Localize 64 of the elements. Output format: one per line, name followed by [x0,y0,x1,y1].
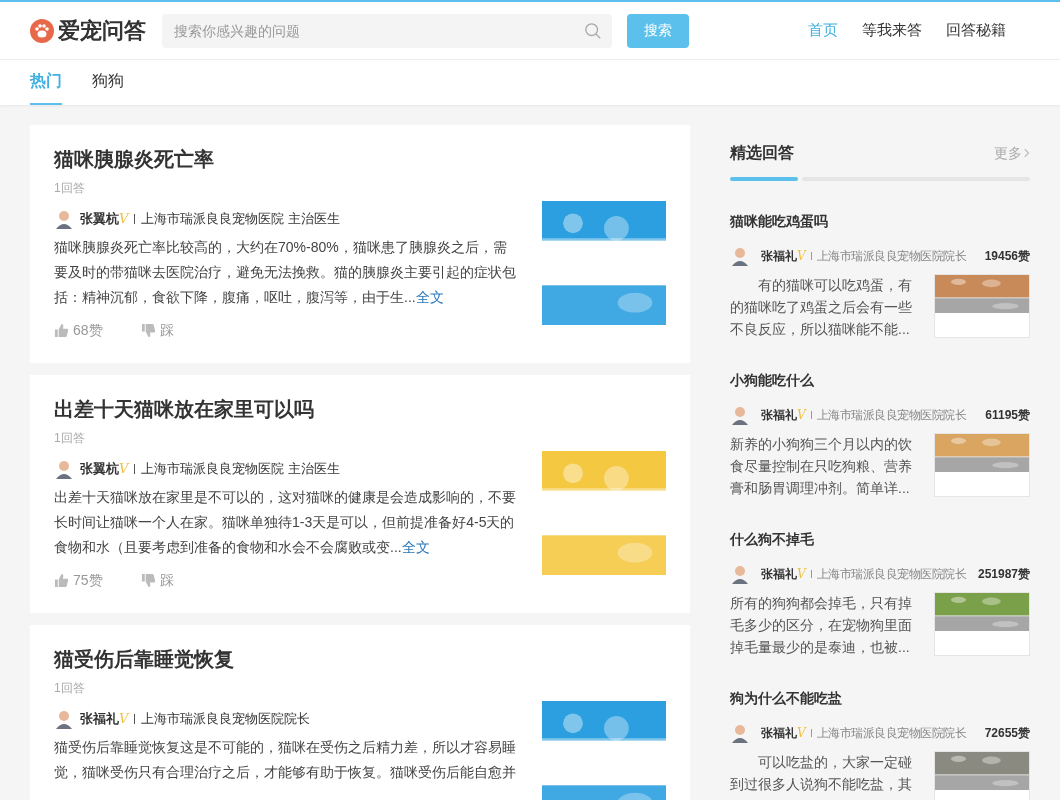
question-title[interactable]: 出差十天猫咪放在家里可以吗 [54,395,666,423]
author-org: 上海市瑞派良良宠物医院院长 [141,710,311,729]
like-count: 251987赞 [977,566,1030,583]
answer-title[interactable]: 小狗能吃什么 [730,370,1030,391]
avatar-icon [54,459,74,479]
answer-excerpt: 猫受伤后靠睡觉恢复这是不可能的，猫咪在受伤之后精力差，所以才容易睡觉，猫咪受伤只有合理治疗之后，才能够有助于恢复。猫咪受伤后能自愈并 [54,738,517,782]
nav-link[interactable]: 等我来答 [862,19,922,42]
answer-title[interactable]: 什么狗不掉毛 [730,529,1030,550]
avatar-icon [730,723,750,743]
author-name[interactable]: 张福礼 [761,724,797,742]
question-title[interactable]: 猫咪胰腺炎死亡率 [54,145,666,173]
search-field[interactable]: 搜索你感兴趣的问题 [162,13,612,48]
author-name[interactable]: 张福礼 [761,247,797,265]
answer-excerpt: 所有的狗狗都会掉毛，只有掉毛多少的区分，在宠物狗里面掉毛量最少的是泰迪，也被... [730,594,912,657]
full-text-link[interactable]: 全文 [415,289,444,305]
answer-excerpt: 猫咪胰腺炎死亡率比较高的，大约在70%-80%，猫咪患了胰腺炎之后，需要及时的带猫咪去医院治疗，避免无法挽救。猫的胰腺炎主要引起的症状包括：精神沉郁，食欲下降，腹痛，呕吐，腹泻等，由于生...全文 [54,238,517,307]
answer-excerpt: 新养的小狗狗三个月以内的饮食尽量控制在只吃狗粮、营养膏和肠胃调理冲剂。简单详... [730,435,912,498]
avatar-icon [730,246,750,266]
answer-count: 1回答 [54,430,86,447]
verified-label: V [797,407,806,424]
sidebar-heading: 精选回答 [730,143,794,163]
author-org: 上海市瑞派良良宠物医院院长 [816,725,967,742]
chevron-icon [1024,148,1030,158]
like-count: 19456赞 [984,248,1030,265]
author-org: 上海市瑞派良良宠物医院院长 [816,566,967,583]
site-logo[interactable]: 爱宠问答 [58,14,146,47]
like-count: 61195赞 [985,407,1030,424]
verified-label: V [797,725,806,742]
thumbs-down-icon [140,573,156,588]
search-icon[interactable] [584,21,602,40]
answer-excerpt: 有的猫咪可以吃鸡蛋，有的猫咪吃了鸡蛋之后会有一些不良反应，所以猫咪能不能... [730,276,912,339]
author-name[interactable]: 张翼杭 [80,209,119,229]
avatar-icon [54,209,74,229]
answer-count: 1回答 [54,180,86,197]
category-tab[interactable]: 狗狗 [92,69,124,105]
author-name[interactable]: 张翼杭 [80,459,119,479]
thumbs-down-icon [140,323,156,338]
author-org: 上海市瑞派良良宠物医院院长 [816,248,967,265]
answer-title[interactable]: 猫咪能吃鸡蛋吗 [730,211,1030,232]
author-name[interactable]: 张福礼 [761,406,797,424]
author-org: 上海市瑞派良良宠物医院 主治医生 [141,460,340,479]
author-name[interactable]: 张福礼 [761,565,797,583]
verified-label: V [119,460,129,479]
author-org: 上海市瑞派良良宠物医院院长 [816,407,967,424]
author-org: 上海市瑞派良良宠物医院 主治医生 [141,210,340,229]
verified-label: V [119,710,129,729]
avatar-icon [730,405,750,425]
verified-label: V [119,210,129,229]
verified-label: V [797,566,806,583]
avatar-icon [54,709,74,729]
answer-excerpt: 可以吃盐的，大家一定碰到过很多人说狗不能吃盐，其 [730,753,912,794]
like-count: 72655赞 [984,725,1030,742]
author-name[interactable]: 张福礼 [80,709,119,729]
paw-logo-icon [30,18,54,43]
thumbs-up-icon [54,323,69,338]
thumbs-up-icon [54,573,69,588]
question-title[interactable]: 猫受伤后靠睡觉恢复 [54,645,666,673]
full-text-link[interactable]: 全文 [401,539,430,555]
answer-count: 1回答 [54,680,86,697]
nav-link[interactable]: 回答秘籍 [946,19,1006,42]
avatar-icon [730,564,750,584]
verified-label: V [797,248,806,265]
answer-excerpt: 出差十天猫咪放在家里是不可以的，这对猫咪的健康是会造成影响的，不要长时间让猫咪一个人在家。猫咪单独待1-3天是可以，但前提准备好4-5天的食物和水（且要考虑到准备的食物和水会不会腐败或变...全文 [54,488,517,557]
answer-title[interactable]: 狗为什么不能吃盐 [730,688,1030,709]
